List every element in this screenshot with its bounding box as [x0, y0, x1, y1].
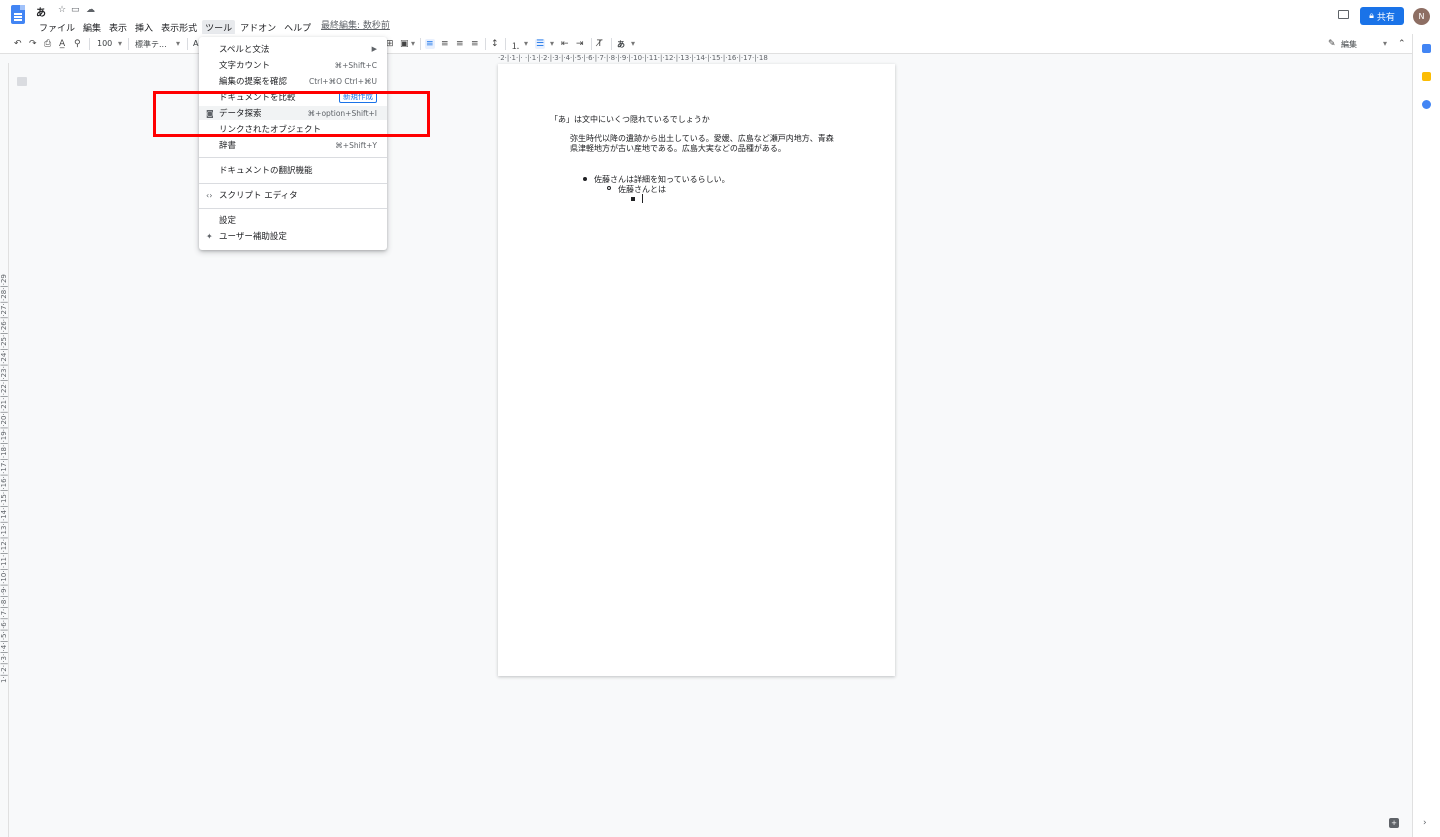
accessibility-icon: ✦ [206, 231, 213, 241]
chevron-right-icon[interactable]: › [1423, 818, 1427, 828]
menu-item-word-count[interactable]: 文字カウント ⌘+Shift+C [199, 58, 387, 72]
menu-item-linked-objects[interactable]: リンクされたオブジェクト [199, 122, 387, 136]
document-page[interactable] [498, 64, 895, 676]
bullet-filled-icon [583, 177, 587, 181]
menu-item-translate[interactable]: ドキュメントの翻訳機能 [199, 163, 387, 177]
calendar-icon[interactable] [1422, 44, 1431, 53]
insert-image-icon[interactable]: ▣ [400, 39, 409, 49]
menu-insert[interactable]: 挿入 [132, 20, 156, 35]
new-badge: 新規作成 [339, 91, 377, 103]
menu-item-spelling[interactable]: スペルと文法 ▶ [199, 42, 387, 56]
style-select[interactable]: 標準テ... [135, 39, 167, 50]
align-center-icon[interactable]: ≡ [441, 39, 449, 49]
bullet-square-icon [631, 197, 635, 201]
menu-item-compare-documents[interactable]: ドキュメントを比較 新規作成 [199, 90, 387, 104]
zoom-select[interactable]: 100 [97, 39, 112, 48]
hide-menus-icon[interactable]: ⌃ [1398, 39, 1406, 49]
menu-format[interactable]: 表示形式 [158, 20, 200, 35]
chevron-down-icon: ▾ [1383, 39, 1388, 48]
align-right-icon[interactable]: ≡ [456, 39, 464, 49]
menu-bar: ファイル 編集 表示 挿入 表示形式 ツール アドオン ヘルプ [36, 20, 316, 35]
account-avatar[interactable]: N [1413, 8, 1430, 25]
cloud-status-icon[interactable]: ☁ [86, 5, 95, 15]
bullet-hollow-icon [607, 186, 611, 190]
document-outline-icon[interactable] [17, 77, 27, 86]
menu-item-explore[interactable]: ◙ データ探索 ⌘+option+Shift+I [199, 106, 387, 120]
insert-link-icon[interactable]: ⊞ [386, 39, 394, 49]
menu-divider [199, 157, 387, 158]
menu-edit[interactable]: 編集 [80, 20, 104, 35]
tools-menu: スペルと文法 ▶ 文字カウント ⌘+Shift+C 編集の提案を確認 Ctrl+… [199, 37, 387, 250]
align-left-icon[interactable]: ≡ [425, 39, 435, 49]
chevron-down-icon: ▾ [524, 39, 529, 48]
decrease-indent-icon[interactable]: ⇤ [561, 39, 569, 49]
menu-item-preferences[interactable]: 設定 [199, 213, 387, 227]
align-justify-icon[interactable]: ≡ [471, 39, 479, 49]
move-folder-icon[interactable]: ▭ [71, 5, 80, 15]
text-cursor [642, 194, 643, 203]
star-icon[interactable]: ☆ [58, 5, 66, 15]
code-icon: ‹› [206, 190, 213, 200]
ruler-divider [8, 63, 9, 837]
chevron-down-icon: ▾ [176, 39, 181, 48]
line-spacing-icon[interactable]: ↕ [491, 39, 499, 49]
comment-history-icon[interactable] [1338, 10, 1349, 19]
menu-view[interactable]: 表示 [106, 20, 130, 35]
chevron-down-icon: ▾ [631, 39, 636, 48]
last-edit-link[interactable]: 最終編集: 数秒前 [321, 18, 390, 31]
menu-file[interactable]: ファイル [36, 20, 78, 35]
menu-item-script-editor[interactable]: ‹› スクリプト エディタ [199, 188, 387, 202]
menu-divider [199, 208, 387, 209]
explore-icon: ◙ [206, 108, 214, 118]
paint-format-icon[interactable]: ⚲ [74, 39, 81, 49]
share-label: 共有 [1376, 12, 1395, 23]
input-tools-button[interactable]: あ [617, 39, 625, 50]
document-paragraph: 弥生時代以降の遺跡から出土している。愛媛、広島など瀬戸内地方、青森県津軽地方が古… [570, 134, 834, 153]
print-icon[interactable]: ⎙ [44, 39, 51, 49]
submenu-arrow-icon: ▶ [371, 45, 377, 53]
docs-logo-icon[interactable] [11, 5, 25, 24]
app-header: あ ☆ ▭ ☁ ファイル 編集 表示 挿入 表示形式 ツール アドオン ヘルプ … [0, 0, 1440, 35]
redo-icon[interactable]: ↷ [29, 39, 37, 49]
pencil-icon: ✎ [1328, 39, 1336, 49]
undo-icon[interactable]: ↶ [14, 39, 22, 49]
editing-mode-select[interactable]: 編集 [1341, 39, 1357, 50]
menu-help[interactable]: ヘルプ [281, 20, 314, 35]
vertical-ruler[interactable]: 1·|·2·|·3·|·4·|·5·|·6·|·7·|·8·|·9·|·10·|… [0, 63, 8, 683]
bulleted-list-icon[interactable]: ☰ [535, 39, 546, 49]
lock-icon: 🔒︎ [1369, 11, 1374, 21]
font-select[interactable]: A [193, 39, 198, 48]
keep-icon[interactable] [1422, 72, 1431, 81]
menu-divider [199, 183, 387, 184]
menu-item-accessibility[interactable]: ✦ ユーザー補助設定 [199, 229, 387, 243]
clear-formatting-icon[interactable]: T̸ [597, 39, 603, 49]
menu-item-dictionary[interactable]: 辞書 ⌘+Shift+Y [199, 138, 387, 152]
menu-tools[interactable]: ツール [202, 20, 236, 35]
spellcheck-icon[interactable]: A̲ [59, 39, 65, 49]
menu-item-review-edits[interactable]: 編集の提案を確認 Ctrl+⌘O Ctrl+⌘U [199, 74, 387, 88]
chevron-down-icon: ▾ [411, 39, 416, 48]
increase-indent-icon[interactable]: ⇥ [576, 39, 584, 49]
chevron-down-icon: ▾ [118, 39, 123, 48]
chevron-down-icon: ▾ [550, 39, 555, 48]
document-title[interactable]: あ [36, 4, 46, 19]
menu-addons[interactable]: アドオン [237, 20, 279, 35]
explore-icon[interactable]: + [1389, 818, 1399, 828]
side-panel [1412, 34, 1440, 837]
tasks-icon[interactable] [1422, 100, 1431, 109]
document-heading: 「あ」は文中にいくつ隠れているでしょうか [550, 115, 710, 124]
horizontal-ruler[interactable]: ·2·|·1·|· ·|·1·|·2·|·3·|·4·|·5·|·6·|·7·|… [498, 54, 895, 63]
numbered-list-icon[interactable]: ⒈ [511, 39, 520, 52]
share-button[interactable]: 🔒︎ 共有 [1360, 7, 1404, 25]
